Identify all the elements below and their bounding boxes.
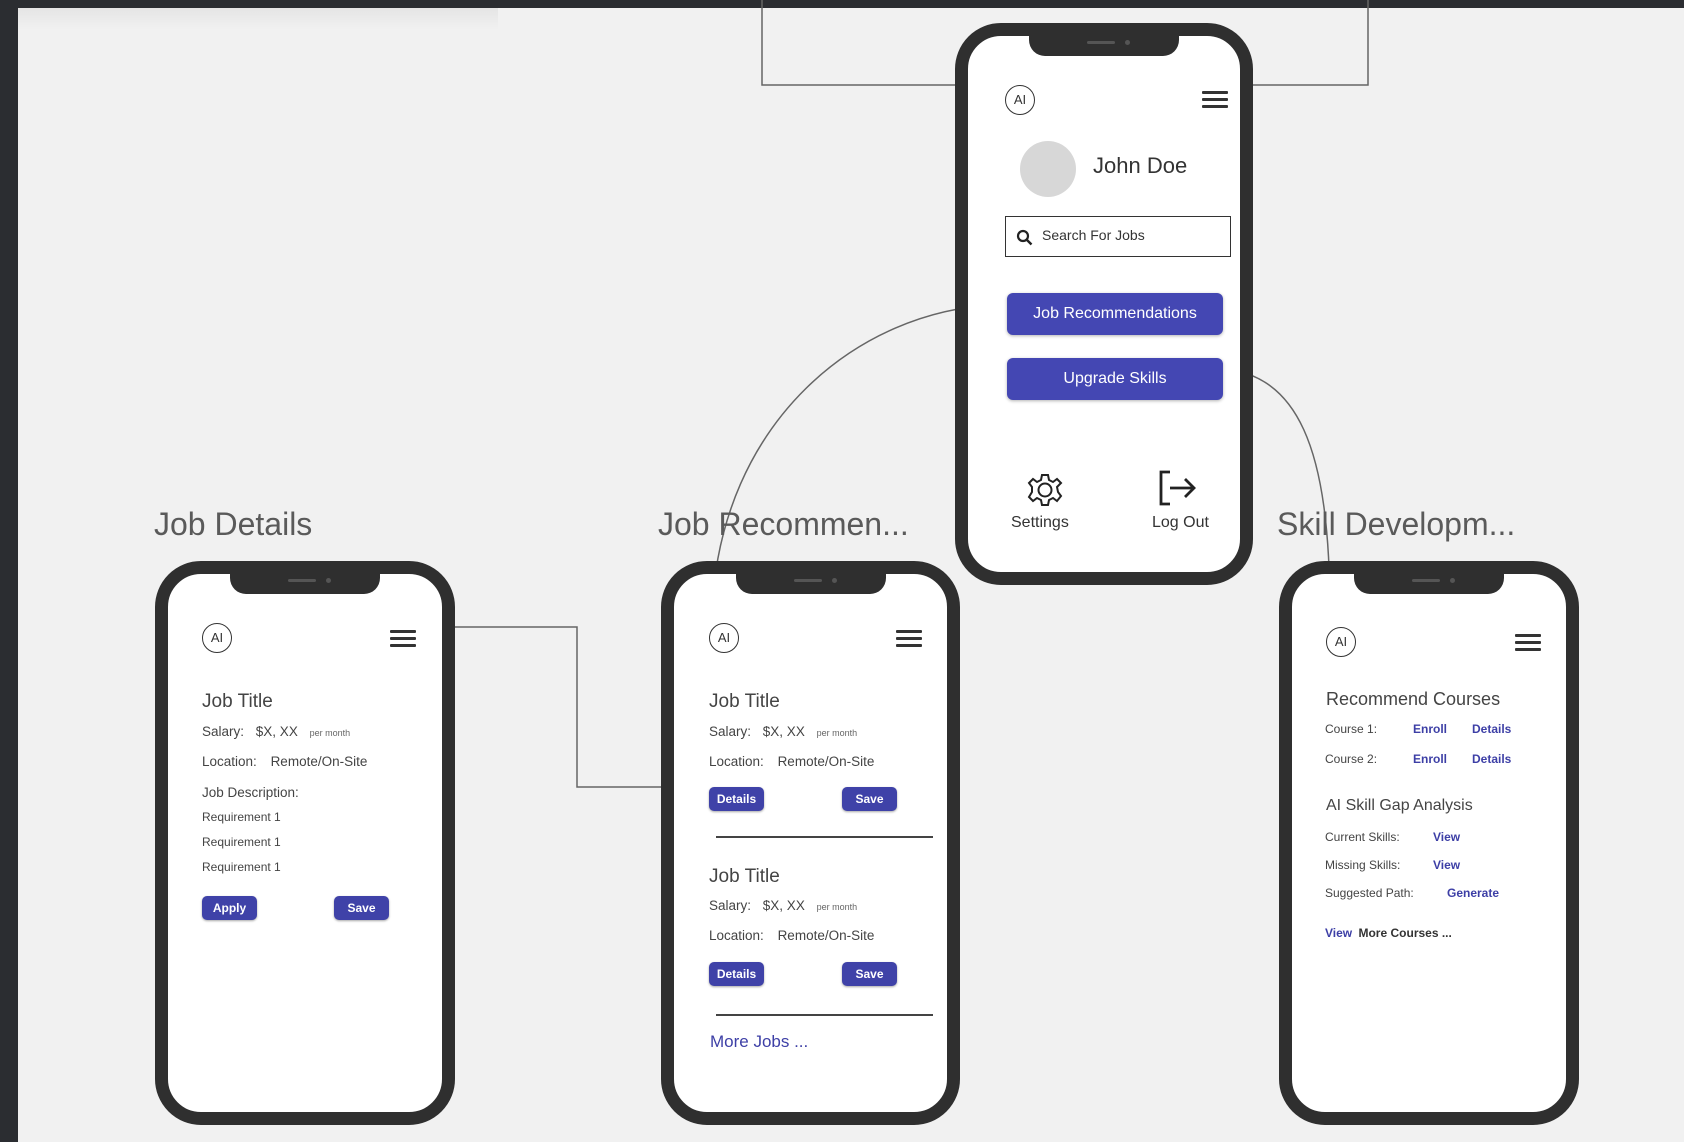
toolbar-shadow xyxy=(18,8,498,30)
job-title: Job Title xyxy=(709,691,780,712)
location-label: Location: xyxy=(709,754,764,769)
current-skills-view-link[interactable]: View xyxy=(1433,830,1460,844)
salary-unit: per month xyxy=(816,902,858,912)
avatar xyxy=(1020,141,1076,197)
location-value: Remote/On-Site xyxy=(270,754,368,769)
user-name: John Doe xyxy=(1093,153,1188,178)
apply-button[interactable]: Apply xyxy=(202,896,257,920)
search-input[interactable]: Search For Jobs xyxy=(1005,216,1231,257)
job-divider xyxy=(716,1014,933,1016)
search-placeholder: Search For Jobs xyxy=(1042,227,1145,243)
course-details-link[interactable]: Details xyxy=(1472,722,1511,736)
ai-logo-icon[interactable]: AI xyxy=(709,623,739,653)
salary-value: $X, XX xyxy=(762,898,805,913)
course-row: Course 1: xyxy=(1325,722,1377,736)
search-icon xyxy=(1016,229,1033,246)
location-row: Location: Remote/On-Site xyxy=(202,754,367,769)
details-button[interactable]: Details xyxy=(709,787,764,811)
requirement-item: Requirement 1 xyxy=(202,810,281,824)
phone-job-details: AI Job Title Salary: $X, XX per month Lo… xyxy=(155,561,455,1125)
hamburger-menu-icon[interactable] xyxy=(1202,91,1228,109)
current-skills-label: Current Skills: xyxy=(1325,830,1400,844)
salary-value: $X, XX xyxy=(762,724,805,739)
frame-label-job-recommendations: Job Recommen... xyxy=(658,506,909,542)
more-jobs-link[interactable]: More Jobs ... xyxy=(710,1032,808,1052)
course-label: Course 2: xyxy=(1325,752,1378,766)
more-courses-link[interactable]: More Courses ... xyxy=(1358,926,1451,940)
location-value: Remote/On-Site xyxy=(777,928,875,943)
job-title: Job Title xyxy=(202,691,273,712)
logout-label[interactable]: Log Out xyxy=(1152,514,1209,532)
save-button[interactable]: Save xyxy=(842,787,897,811)
skill-gap-heading: AI Skill Gap Analysis xyxy=(1326,797,1473,814)
location-label: Location: xyxy=(709,928,764,943)
upgrade-skills-button[interactable]: Upgrade Skills xyxy=(1007,358,1223,400)
location-row: Location: Remote/On-Site xyxy=(709,754,874,769)
job-title: Job Title xyxy=(709,866,780,887)
location-row: Location: Remote/On-Site xyxy=(709,928,874,943)
course-row: Course 2: xyxy=(1325,752,1377,766)
phone-notch xyxy=(735,572,886,594)
salary-row: Salary: $X, XX per month xyxy=(202,724,350,739)
hamburger-menu-icon[interactable] xyxy=(896,630,922,648)
course-label: Course 1: xyxy=(1325,722,1378,736)
recommend-courses-heading: Recommend Courses xyxy=(1326,689,1501,709)
salary-unit: per month xyxy=(309,728,351,738)
save-button[interactable]: Save xyxy=(334,896,389,920)
salary-value: $X, XX xyxy=(255,724,298,739)
enroll-link[interactable]: Enroll xyxy=(1413,722,1447,736)
settings-label[interactable]: Settings xyxy=(1011,514,1069,532)
save-button[interactable]: Save xyxy=(842,962,897,986)
job-description-label: Job Description: xyxy=(202,785,299,800)
salary-unit: per month xyxy=(816,728,858,738)
ai-logo-icon[interactable]: AI xyxy=(1005,85,1035,115)
missing-skills-label: Missing Skills: xyxy=(1325,858,1401,872)
details-button[interactable]: Details xyxy=(709,962,764,986)
location-label: Location: xyxy=(202,754,257,769)
phone-job-recommendations: AI Job Title Salary: $X, XX per month Lo… xyxy=(661,561,960,1125)
gear-icon[interactable] xyxy=(1026,471,1064,509)
course-details-link[interactable]: Details xyxy=(1472,752,1511,766)
location-value: Remote/On-Site xyxy=(777,754,875,769)
phone-home: AI John Doe Search For Jobs Job Recommen… xyxy=(955,23,1253,585)
ai-logo-icon[interactable]: AI xyxy=(202,623,232,653)
job-divider xyxy=(716,836,933,838)
more-courses-row[interactable]: View More Courses ... xyxy=(1325,926,1452,940)
requirement-item: Requirement 1 xyxy=(202,835,281,849)
frame-label-job-details: Job Details xyxy=(154,506,313,542)
hamburger-menu-icon[interactable] xyxy=(1515,634,1541,652)
salary-row: Salary: $X, XX per month xyxy=(709,898,857,913)
generate-path-link[interactable]: Generate xyxy=(1447,886,1499,900)
missing-skills-view-link[interactable]: View xyxy=(1433,858,1460,872)
job-recommendations-button[interactable]: Job Recommendations xyxy=(1007,293,1223,335)
phone-notch xyxy=(1029,34,1179,56)
phone-skill-development: AI Recommend Courses Course 1: Enroll De… xyxy=(1279,561,1579,1125)
logout-icon[interactable] xyxy=(1156,468,1200,508)
requirement-item: Requirement 1 xyxy=(202,860,281,874)
ai-logo-icon[interactable]: AI xyxy=(1326,627,1356,657)
view-link[interactable]: View xyxy=(1325,926,1352,940)
salary-label: Salary: xyxy=(709,724,752,739)
frame-label-skill-development: Skill Developm... xyxy=(1277,506,1516,542)
phone-notch xyxy=(1354,572,1504,594)
salary-label: Salary: xyxy=(709,898,752,913)
phone-notch xyxy=(230,572,380,594)
salary-label: Salary: xyxy=(202,724,245,739)
hamburger-menu-icon[interactable] xyxy=(390,630,416,648)
enroll-link[interactable]: Enroll xyxy=(1413,752,1447,766)
suggested-path-label: Suggested Path: xyxy=(1325,886,1414,900)
salary-row: Salary: $X, XX per month xyxy=(709,724,857,739)
